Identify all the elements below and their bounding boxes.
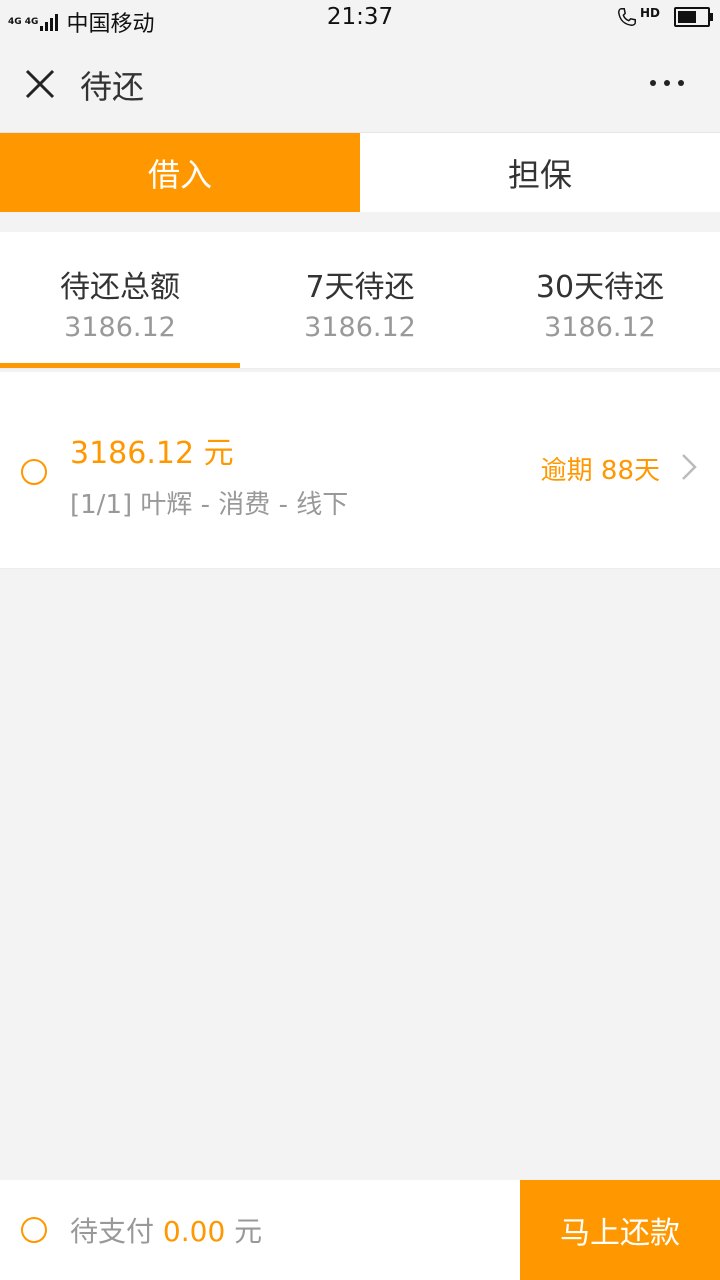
summary-30days[interactable]: 30天待还 3186.12 — [480, 232, 720, 368]
more-icon[interactable] — [642, 80, 684, 86]
item-overdue-badge: 逾期 88天 — [540, 456, 660, 486]
repay-now-button[interactable]: 马上还款 — [520, 1180, 720, 1280]
header: 待还 — [0, 40, 720, 132]
hd-badge: HD — [639, 6, 660, 20]
summary-30days-label: 30天待还 — [535, 270, 665, 305]
summary-total-label: 待还总额 — [60, 270, 180, 305]
status-right: HD — [616, 6, 713, 28]
tab-guarantee[interactable]: 担保 — [360, 133, 720, 212]
list-item[interactable]: 3186.12 元 [1/1] 叶辉 - 消费 - 线下 逾期 88天 — [0, 372, 720, 569]
pay-summary: 待支付 0.00 元 — [70, 1210, 262, 1250]
item-description: [1/1] 叶辉 - 消费 - 线下 — [70, 490, 349, 520]
chevron-right-icon[interactable] — [680, 452, 698, 482]
tab-bar: 借入 担保 — [0, 132, 720, 212]
item-amount: 3186.12 元 — [70, 436, 234, 471]
summary-7days-label: 7天待还 — [305, 270, 415, 305]
phone-icon — [618, 8, 636, 26]
pay-unit: 元 — [234, 1215, 263, 1248]
status-bar: 4G 4G 中国移动 21:37 HD — [0, 0, 720, 40]
summary-tabs: 待还总额 3186.12 7天待还 3186.12 30天待还 3186.12 — [0, 232, 720, 369]
pay-prefix: 待支付 — [70, 1215, 155, 1248]
close-icon[interactable] — [22, 66, 58, 102]
page-title: 待还 — [80, 68, 145, 106]
item-select-radio[interactable] — [21, 459, 47, 485]
summary-total[interactable]: 待还总额 3186.12 — [0, 232, 240, 368]
bottom-bar: 待支付 0.00 元 马上还款 — [0, 1180, 720, 1280]
summary-30days-value: 3186.12 — [544, 312, 656, 343]
tab-borrow[interactable]: 借入 — [0, 133, 360, 212]
battery-icon — [674, 7, 713, 27]
summary-7days[interactable]: 7天待还 3186.12 — [240, 232, 480, 368]
select-all-radio[interactable] — [21, 1217, 47, 1243]
summary-7days-value: 3186.12 — [304, 312, 416, 343]
status-time: 21:37 — [326, 4, 394, 30]
pay-amount: 0.00 — [162, 1215, 226, 1248]
summary-total-value: 3186.12 — [64, 312, 176, 343]
